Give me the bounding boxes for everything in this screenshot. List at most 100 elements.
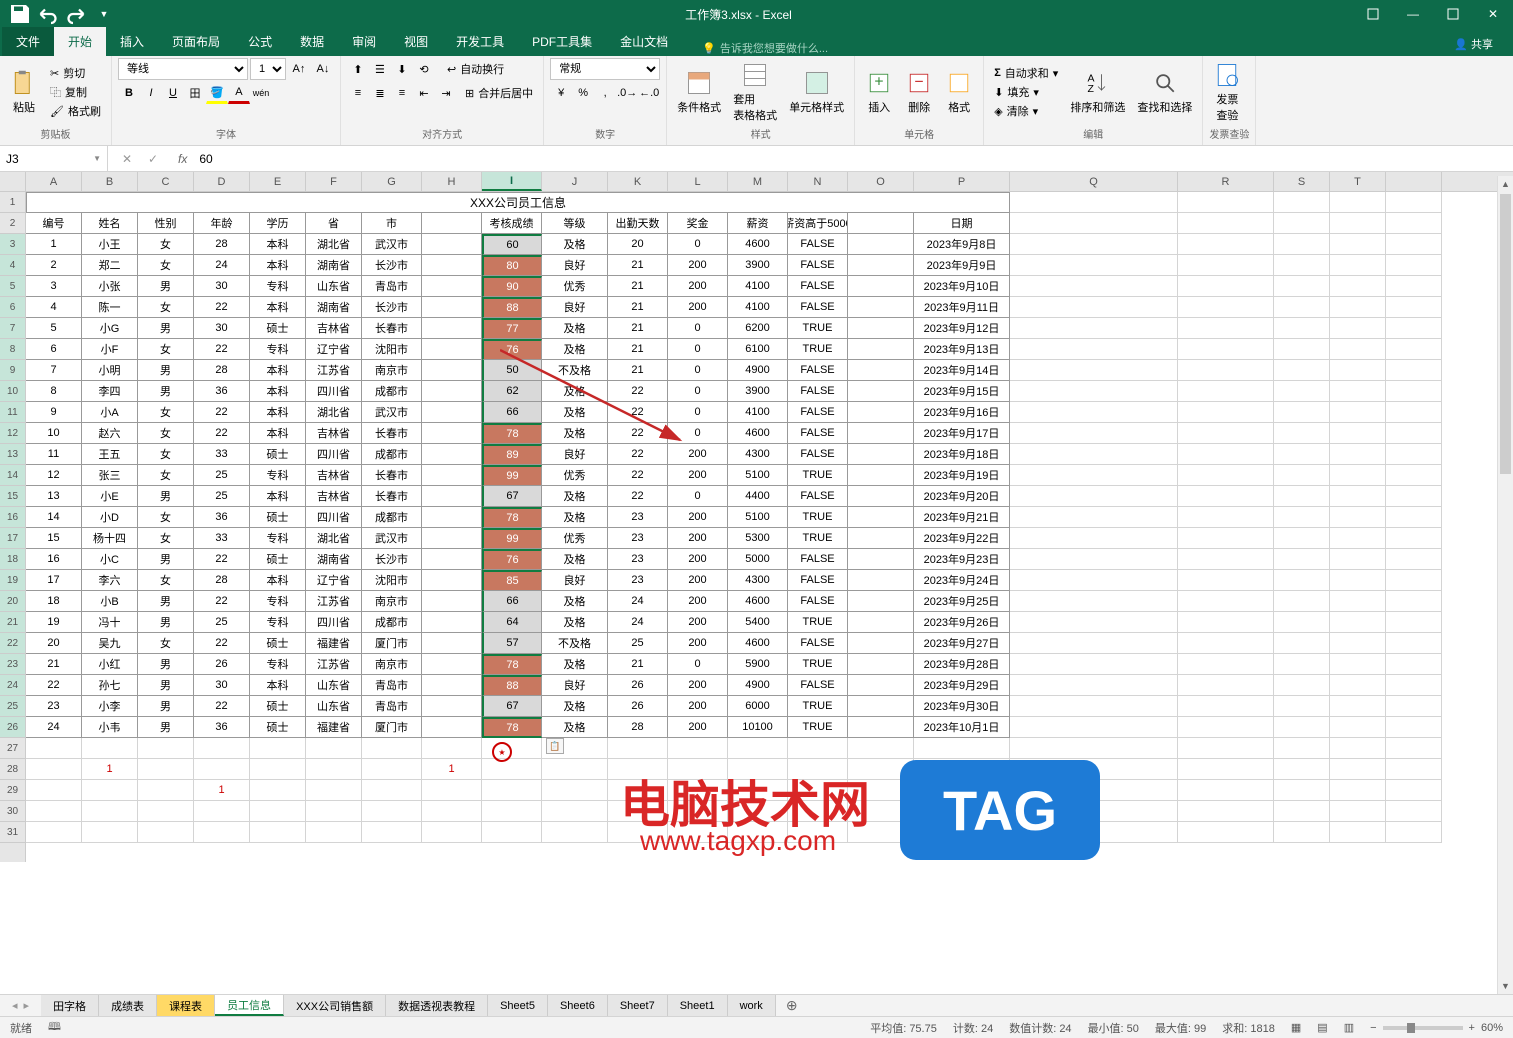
cell[interactable]: 22 <box>608 381 668 402</box>
cell[interactable]: 吉林省 <box>306 318 362 339</box>
col-header[interactable]: B <box>82 172 138 191</box>
cell[interactable]: 硕士 <box>250 696 306 717</box>
cell[interactable]: 及格 <box>542 381 608 402</box>
decimal-dec-icon[interactable]: ←.0 <box>638 82 660 104</box>
cell[interactable] <box>1386 297 1442 318</box>
cell[interactable]: 厦门市 <box>362 633 422 654</box>
cell[interactable] <box>1330 444 1386 465</box>
cell[interactable] <box>1178 738 1274 759</box>
cell[interactable]: 1 <box>194 780 250 801</box>
row-header[interactable]: 8 <box>0 339 25 360</box>
cell[interactable]: 3900 <box>728 381 788 402</box>
cell[interactable] <box>728 822 788 843</box>
cell[interactable] <box>914 801 1010 822</box>
cell[interactable]: 辽宁省 <box>306 339 362 360</box>
cell[interactable] <box>1274 234 1330 255</box>
cell[interactable]: 专科 <box>250 339 306 360</box>
col-header[interactable]: N <box>788 172 848 191</box>
cell[interactable] <box>1386 591 1442 612</box>
cell[interactable]: 硕士 <box>250 444 306 465</box>
cell[interactable] <box>1010 780 1178 801</box>
cell[interactable]: FALSE <box>788 381 848 402</box>
cell[interactable]: 山东省 <box>306 276 362 297</box>
cell[interactable]: FALSE <box>788 402 848 423</box>
cell[interactable] <box>1330 822 1386 843</box>
cell[interactable] <box>26 780 82 801</box>
cell[interactable] <box>1178 402 1274 423</box>
cell[interactable]: 4 <box>26 297 82 318</box>
cell[interactable] <box>82 738 138 759</box>
cell[interactable] <box>1178 675 1274 696</box>
cell[interactable] <box>1010 213 1178 234</box>
cell[interactable] <box>1178 507 1274 528</box>
cell[interactable]: TRUE <box>788 465 848 486</box>
cell[interactable]: 6100 <box>728 339 788 360</box>
cell[interactable] <box>250 759 306 780</box>
cell[interactable]: 22 <box>194 549 250 570</box>
cell[interactable]: 26 <box>608 696 668 717</box>
cell[interactable] <box>1010 633 1178 654</box>
cell[interactable] <box>848 255 914 276</box>
cell[interactable] <box>848 801 914 822</box>
cell[interactable]: 77 <box>482 318 542 339</box>
cell[interactable]: 4600 <box>728 633 788 654</box>
cell[interactable]: 2023年9月8日 <box>914 234 1010 255</box>
align-bottom-icon[interactable]: ⬇ <box>391 58 413 80</box>
decimal-inc-icon[interactable]: .0→ <box>616 82 638 104</box>
cell[interactable] <box>1274 192 1330 213</box>
cell[interactable] <box>1386 801 1442 822</box>
cell[interactable] <box>848 528 914 549</box>
cell[interactable]: 25 <box>194 465 250 486</box>
cell[interactable] <box>1010 549 1178 570</box>
format-cells-button[interactable]: 格式 <box>941 67 977 117</box>
cell[interactable] <box>1386 423 1442 444</box>
cell[interactable] <box>1178 465 1274 486</box>
cell[interactable]: FALSE <box>788 591 848 612</box>
cell[interactable] <box>1178 276 1274 297</box>
cell[interactable] <box>1274 759 1330 780</box>
cell[interactable] <box>1010 444 1178 465</box>
cell[interactable] <box>1010 570 1178 591</box>
tab-pdf[interactable]: PDF工具集 <box>518 27 606 56</box>
cell[interactable]: 南京市 <box>362 654 422 675</box>
percent-icon[interactable]: % <box>572 82 594 104</box>
cell[interactable] <box>1178 822 1274 843</box>
cell[interactable] <box>668 801 728 822</box>
cell[interactable]: 吉林省 <box>306 465 362 486</box>
cell[interactable] <box>1274 213 1330 234</box>
align-center-icon[interactable]: ≣ <box>369 82 391 104</box>
cell[interactable]: TRUE <box>788 654 848 675</box>
cell[interactable]: 张三 <box>82 465 138 486</box>
cell[interactable]: 33 <box>194 528 250 549</box>
cell[interactable] <box>1330 381 1386 402</box>
cell[interactable] <box>1010 381 1178 402</box>
tab-wps[interactable]: 金山文档 <box>606 27 682 56</box>
cell[interactable] <box>1386 318 1442 339</box>
cell[interactable]: 25 <box>194 612 250 633</box>
cell[interactable] <box>1274 717 1330 738</box>
cell[interactable]: 0 <box>668 654 728 675</box>
cell[interactable]: 200 <box>668 570 728 591</box>
invoice-check-button[interactable]: 发票 查验 <box>1209 59 1245 125</box>
cell[interactable]: 及格 <box>542 612 608 633</box>
cell[interactable]: 200 <box>668 549 728 570</box>
cell[interactable]: 及格 <box>542 339 608 360</box>
tell-me-search[interactable]: 💡 告诉我您想要做什么... <box>702 40 828 56</box>
cell[interactable] <box>1274 633 1330 654</box>
cell[interactable]: 奖金 <box>668 213 728 234</box>
cell[interactable]: 长春市 <box>362 465 422 486</box>
row-header[interactable]: 14 <box>0 465 25 486</box>
row-header[interactable]: 26 <box>0 717 25 738</box>
cell[interactable]: 5100 <box>728 507 788 528</box>
cell[interactable]: 女 <box>138 444 194 465</box>
cell[interactable] <box>848 444 914 465</box>
cell[interactable]: 28 <box>194 570 250 591</box>
cell[interactable] <box>1178 591 1274 612</box>
col-header[interactable]: H <box>422 172 482 191</box>
cell[interactable]: 优秀 <box>542 465 608 486</box>
col-header[interactable]: C <box>138 172 194 191</box>
cell[interactable] <box>1010 297 1178 318</box>
cell[interactable] <box>1330 633 1386 654</box>
cell[interactable] <box>1010 507 1178 528</box>
cell[interactable]: 男 <box>138 717 194 738</box>
